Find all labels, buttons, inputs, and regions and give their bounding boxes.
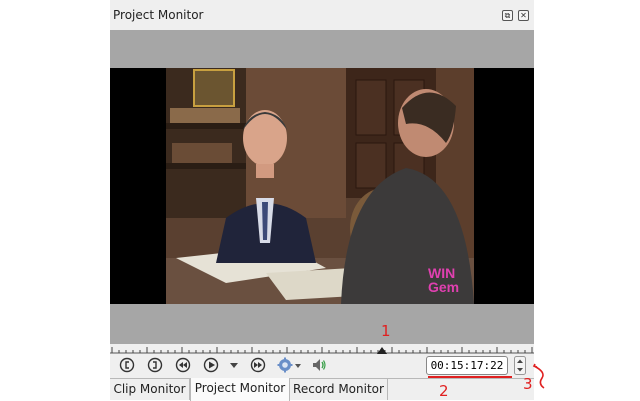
playhead-marker[interactable] — [377, 347, 387, 354]
tab-clip-monitor[interactable]: Clip Monitor — [110, 379, 190, 400]
annotation-arrow — [532, 363, 545, 389]
video-viewer[interactable]: WIN Gem — [110, 30, 534, 344]
forward-icon[interactable] — [250, 357, 266, 373]
annotation-2: 2 — [439, 382, 449, 400]
video-frame: WIN Gem — [110, 68, 534, 304]
rewind-icon[interactable] — [175, 357, 191, 373]
set-zone-out-icon[interactable] — [147, 357, 163, 373]
panel-title: Project Monitor — [113, 8, 204, 22]
settings-icon[interactable] — [277, 357, 303, 373]
watermark-gem: Gem — [428, 279, 459, 295]
tab-project-monitor[interactable]: Project Monitor — [190, 378, 290, 401]
project-monitor-panel: Project Monitor ⧉ ✕ WIN Gem 00:15:17:22 … — [110, 0, 534, 401]
title-bar: Project Monitor ⧉ ✕ — [110, 0, 534, 30]
annotation-underline — [428, 376, 512, 378]
annotation-1: 1 — [381, 322, 391, 340]
set-zone-in-icon[interactable] — [119, 357, 135, 373]
volume-icon[interactable] — [311, 357, 327, 373]
float-panel-icon[interactable]: ⧉ — [502, 10, 513, 21]
timeline-ruler[interactable] — [110, 342, 534, 354]
monitor-tab-bar: Clip Monitor Project Monitor Record Moni… — [110, 378, 534, 401]
tab-record-monitor[interactable]: Record Monitor — [290, 379, 388, 400]
video-image: WIN Gem — [166, 68, 474, 304]
dropdown-arrow-icon[interactable] — [229, 357, 239, 373]
play-icon[interactable] — [203, 357, 219, 373]
close-panel-icon[interactable]: ✕ — [518, 10, 529, 21]
